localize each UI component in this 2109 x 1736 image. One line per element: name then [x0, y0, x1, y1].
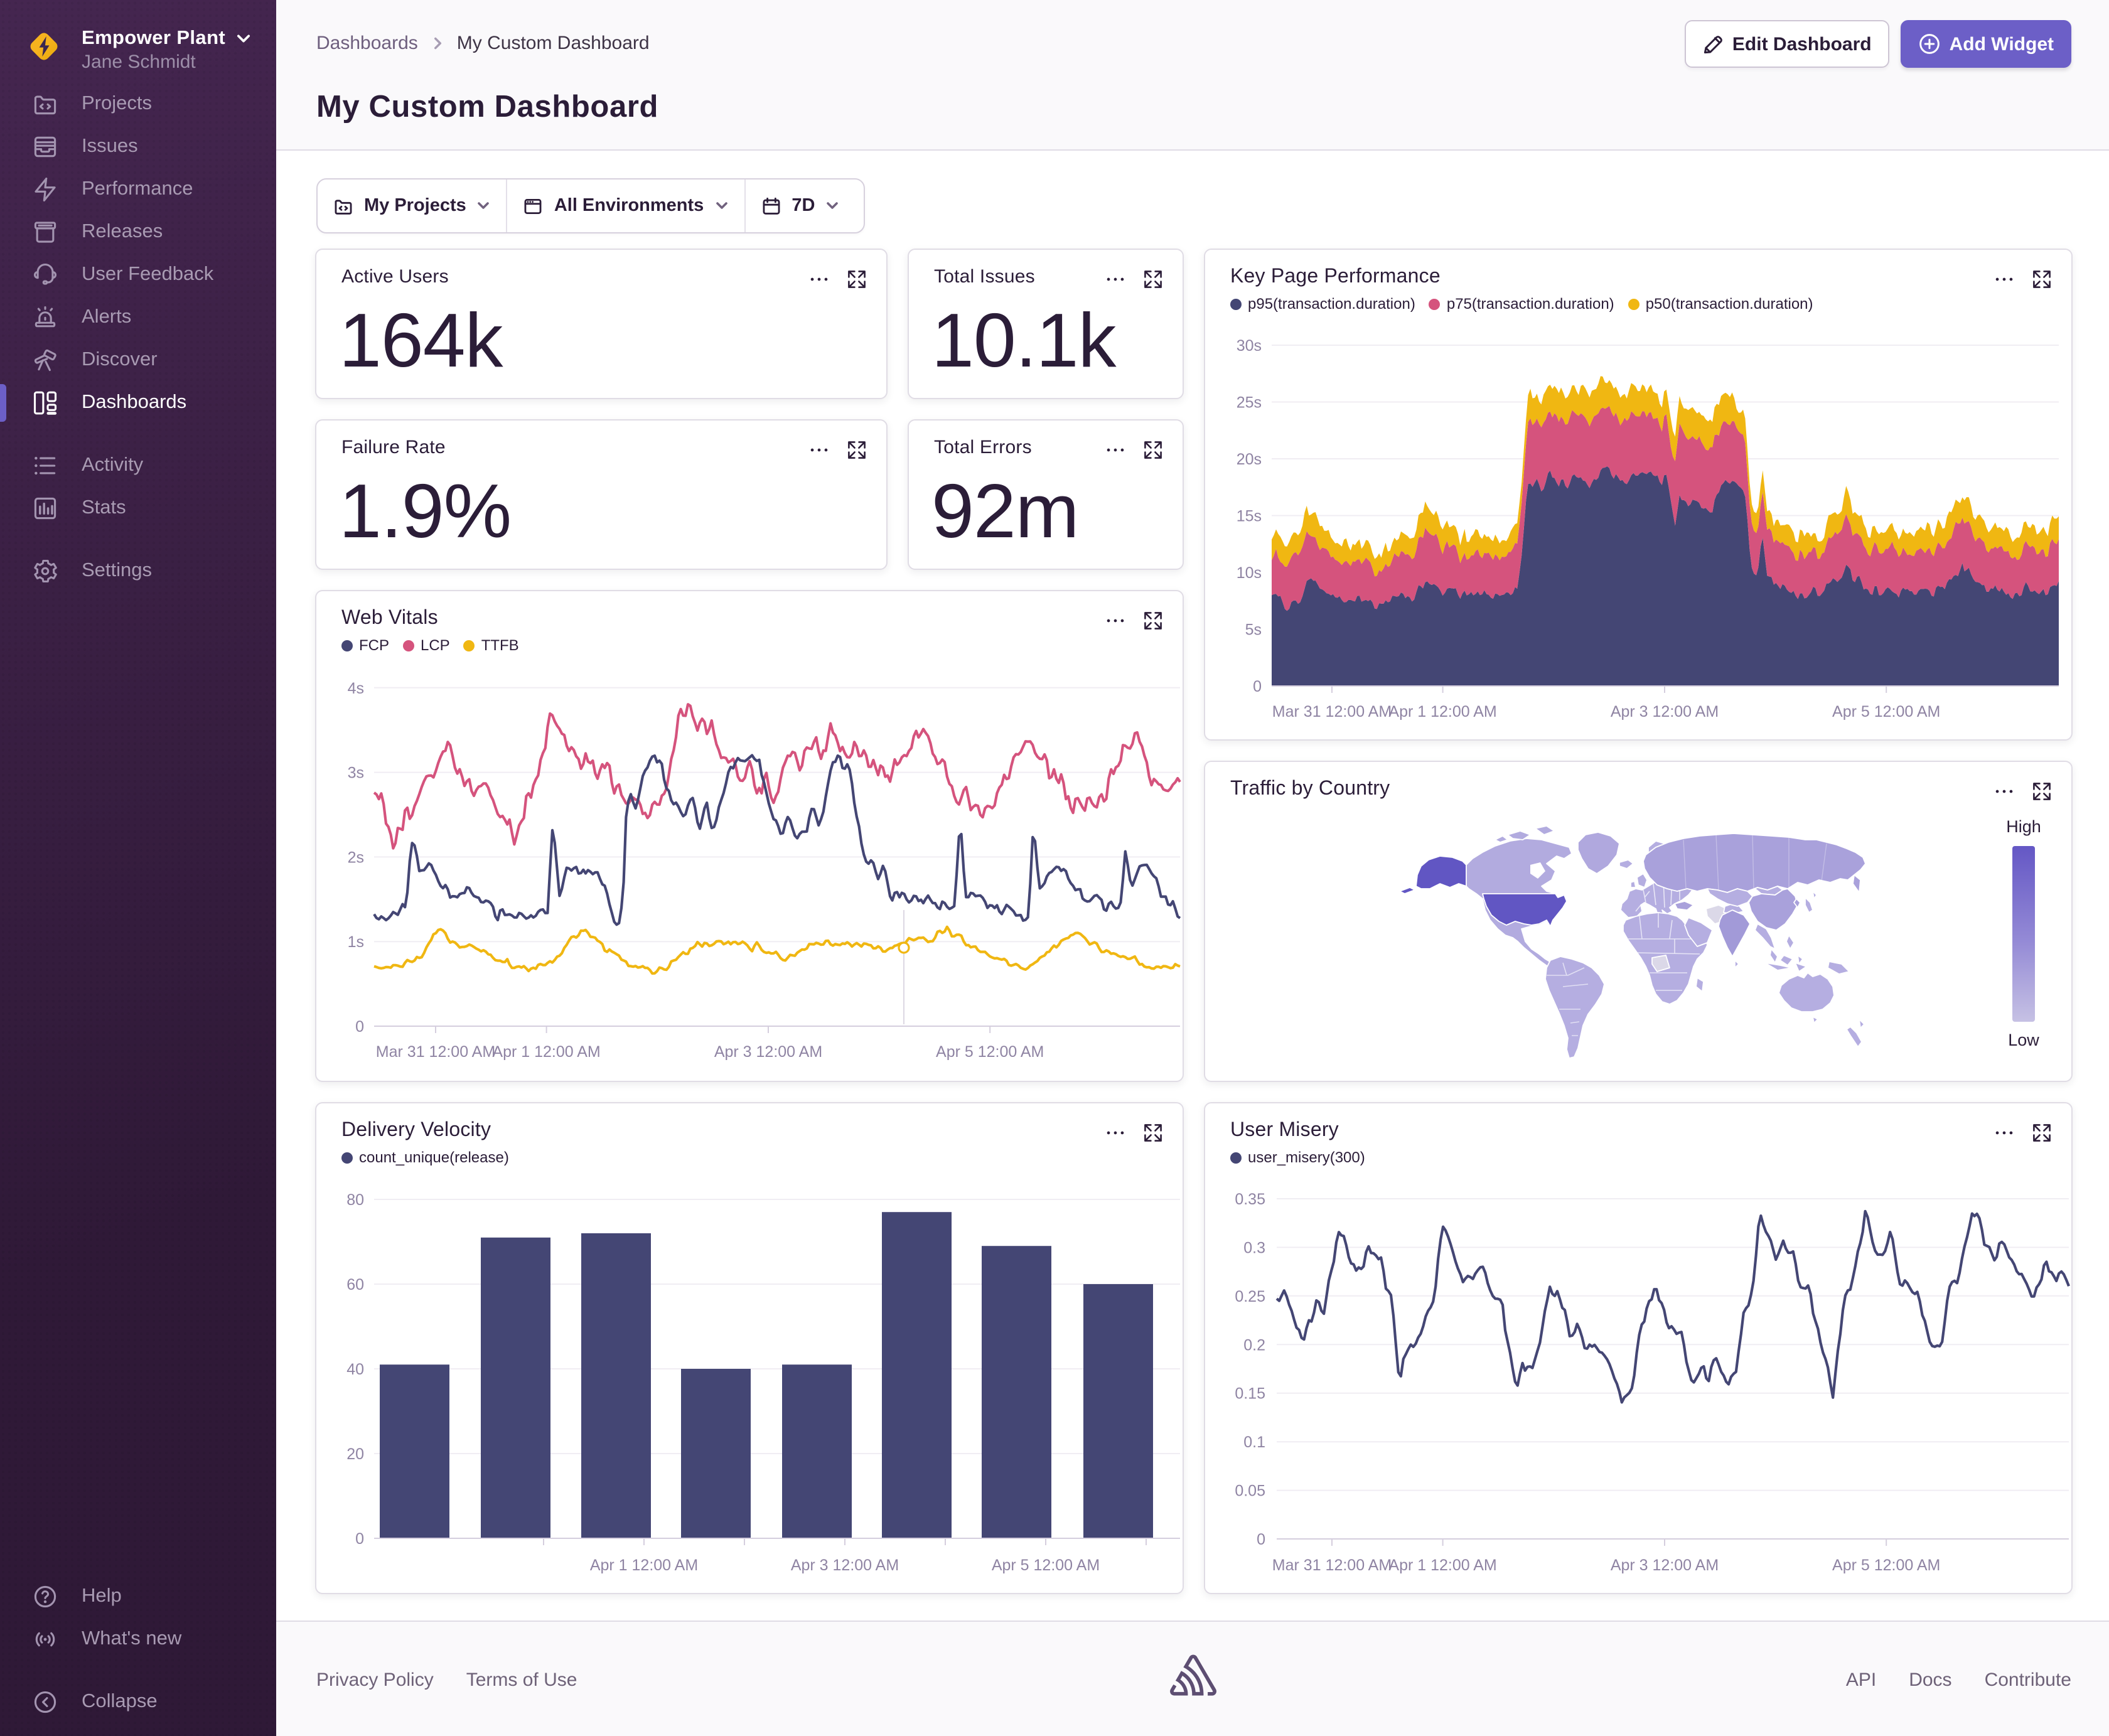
svg-text:0: 0 — [1257, 1531, 1265, 1548]
svg-text:Apr 3 12:00 AM: Apr 3 12:00 AM — [714, 1043, 822, 1061]
svg-text:0.1: 0.1 — [1243, 1433, 1265, 1451]
svg-text:0.3: 0.3 — [1243, 1239, 1265, 1256]
svg-text:60: 60 — [346, 1276, 364, 1294]
svg-text:10s: 10s — [1237, 564, 1262, 582]
svg-text:0.05: 0.05 — [1235, 1482, 1265, 1500]
svg-text:3s: 3s — [348, 764, 364, 782]
svg-text:0.15: 0.15 — [1235, 1385, 1265, 1403]
svg-text:Apr 3 12:00 AM: Apr 3 12:00 AM — [791, 1557, 899, 1574]
svg-text:40: 40 — [346, 1361, 364, 1378]
svg-text:Low: Low — [2008, 1031, 2039, 1049]
svg-text:Apr 3 12:00 AM: Apr 3 12:00 AM — [1611, 1557, 1719, 1574]
svg-text:15s: 15s — [1237, 508, 1262, 525]
svg-text:Apr 1 12:00 AM: Apr 1 12:00 AM — [590, 1557, 698, 1574]
svg-text:4s: 4s — [348, 680, 364, 697]
svg-text:5s: 5s — [1245, 621, 1262, 639]
svg-text:Mar 31 12:00 AM: Mar 31 12:00 AM — [1272, 1557, 1392, 1574]
svg-text:2s: 2s — [348, 849, 364, 866]
svg-text:Apr 3 12:00 AM: Apr 3 12:00 AM — [1611, 703, 1719, 721]
svg-text:Apr 5 12:00 AM: Apr 5 12:00 AM — [1832, 1557, 1940, 1574]
svg-text:Apr 1 12:00 AM: Apr 1 12:00 AM — [1388, 1557, 1496, 1574]
svg-text:80: 80 — [346, 1191, 364, 1209]
svg-text:0: 0 — [355, 1530, 364, 1548]
svg-text:High: High — [2006, 817, 2041, 836]
svg-text:0.35: 0.35 — [1235, 1191, 1265, 1208]
svg-text:Apr 5 12:00 AM: Apr 5 12:00 AM — [936, 1043, 1044, 1061]
svg-text:Apr 5 12:00 AM: Apr 5 12:00 AM — [1832, 703, 1940, 721]
svg-text:0: 0 — [355, 1018, 364, 1036]
svg-text:Apr 1 12:00 AM: Apr 1 12:00 AM — [492, 1043, 600, 1061]
svg-text:Mar 31 12:00 AM: Mar 31 12:00 AM — [376, 1043, 495, 1061]
svg-text:1s: 1s — [348, 933, 364, 951]
svg-text:Apr 5 12:00 AM: Apr 5 12:00 AM — [992, 1557, 1100, 1574]
svg-text:20: 20 — [346, 1445, 364, 1463]
svg-text:0: 0 — [1253, 678, 1262, 695]
svg-text:30s: 30s — [1237, 337, 1262, 355]
svg-text:0.25: 0.25 — [1235, 1288, 1265, 1305]
svg-text:25s: 25s — [1237, 394, 1262, 412]
svg-text:Apr 1 12:00 AM: Apr 1 12:00 AM — [1388, 703, 1496, 721]
svg-text:20s: 20s — [1237, 451, 1262, 468]
svg-text:Mar 31 12:00 AM: Mar 31 12:00 AM — [1272, 703, 1392, 721]
svg-text:0.2: 0.2 — [1243, 1336, 1265, 1354]
